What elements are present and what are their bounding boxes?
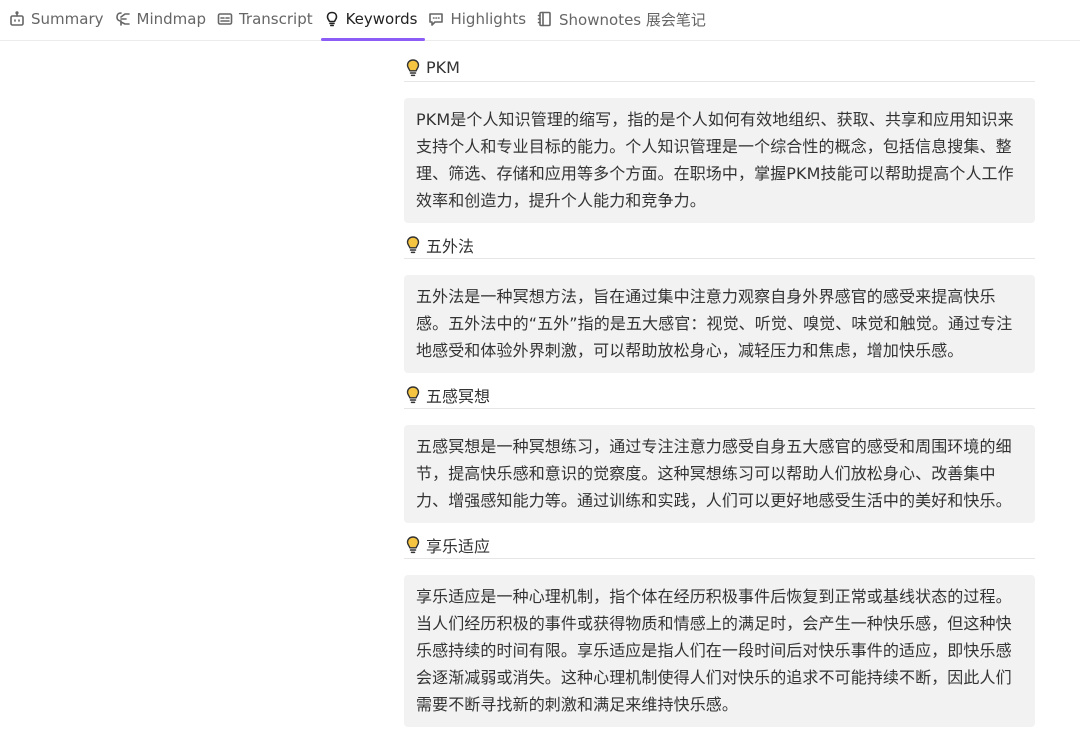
- tab-bar: Summary Mindmap Transcript Keywords High…: [0, 0, 1080, 41]
- tab-keywords[interactable]: Keywords: [320, 0, 426, 41]
- robot-icon: [8, 10, 26, 28]
- lightbulb-icon: [404, 535, 422, 555]
- keyword-description: 五感冥想是一种冥想练习，通过专注注意力感受自身五大感官的感受和周围环境的细节，提…: [404, 425, 1035, 523]
- tab-label: Keywords: [345, 10, 418, 28]
- keyword-description: 享乐适应是一种心理机制，指个体在经历积极事件后恢复到正常或基线状态的过程。当人们…: [404, 575, 1035, 727]
- keyword-description: PKM是个人知识管理的缩写，指的是个人如何有效地组织、获取、共享和应用知识来支持…: [404, 98, 1035, 223]
- tab-label: Transcript: [238, 10, 313, 28]
- keyword-title: 五感冥想: [426, 386, 491, 406]
- tab-label: Summary: [31, 10, 104, 28]
- keywords-list: PKM PKM是个人知识管理的缩写，指的是个人如何有效地组织、获取、共享和应用知…: [404, 54, 1035, 735]
- keyword-title: 五外法: [426, 236, 475, 256]
- tab-shownotes[interactable]: Shownotes 展会笔记: [534, 0, 714, 38]
- keyword-item: 五外法 五外法是一种冥想方法，旨在通过集中注意力观察自身外界感官的感受来提高快乐…: [404, 231, 1035, 373]
- keyword-header: 五感冥想: [404, 381, 1035, 409]
- chat-bubble-icon: [427, 10, 445, 28]
- keyword-item: 五感冥想 五感冥想是一种冥想练习，通过专注注意力感受自身五大感官的感受和周围环境…: [404, 381, 1035, 523]
- keyword-description: 五外法是一种冥想方法，旨在通过集中注意力观察自身外界感官的感受来提高快乐感。五外…: [404, 275, 1035, 373]
- tab-label: Mindmap: [136, 10, 206, 28]
- lightbulb-icon: [404, 58, 422, 78]
- notebook-icon: [536, 10, 554, 28]
- tab-transcript[interactable]: Transcript: [214, 0, 321, 38]
- keyword-header: 五外法: [404, 231, 1035, 259]
- tab-label: Highlights: [450, 10, 527, 28]
- lightbulb-icon: [323, 10, 341, 28]
- keyword-title: 享乐适应: [426, 536, 491, 556]
- lightbulb-icon: [404, 235, 422, 255]
- keyword-header: 享乐适应: [404, 531, 1035, 559]
- tab-highlights[interactable]: Highlights: [425, 0, 534, 38]
- keyword-item: PKM PKM是个人知识管理的缩写，指的是个人如何有效地组织、获取、共享和应用知…: [404, 54, 1035, 223]
- keyword-title: PKM: [426, 58, 460, 77]
- tab-label: Shownotes 展会笔记: [559, 10, 706, 29]
- tab-mindmap[interactable]: Mindmap: [112, 0, 214, 38]
- mindmap-icon: [114, 10, 132, 28]
- tab-summary[interactable]: Summary: [6, 0, 112, 38]
- lightbulb-icon: [404, 385, 422, 405]
- subtitles-icon: [216, 10, 234, 28]
- keyword-item: 享乐适应 享乐适应是一种心理机制，指个体在经历积极事件后恢复到正常或基线状态的过…: [404, 531, 1035, 727]
- keyword-header: PKM: [404, 54, 1035, 82]
